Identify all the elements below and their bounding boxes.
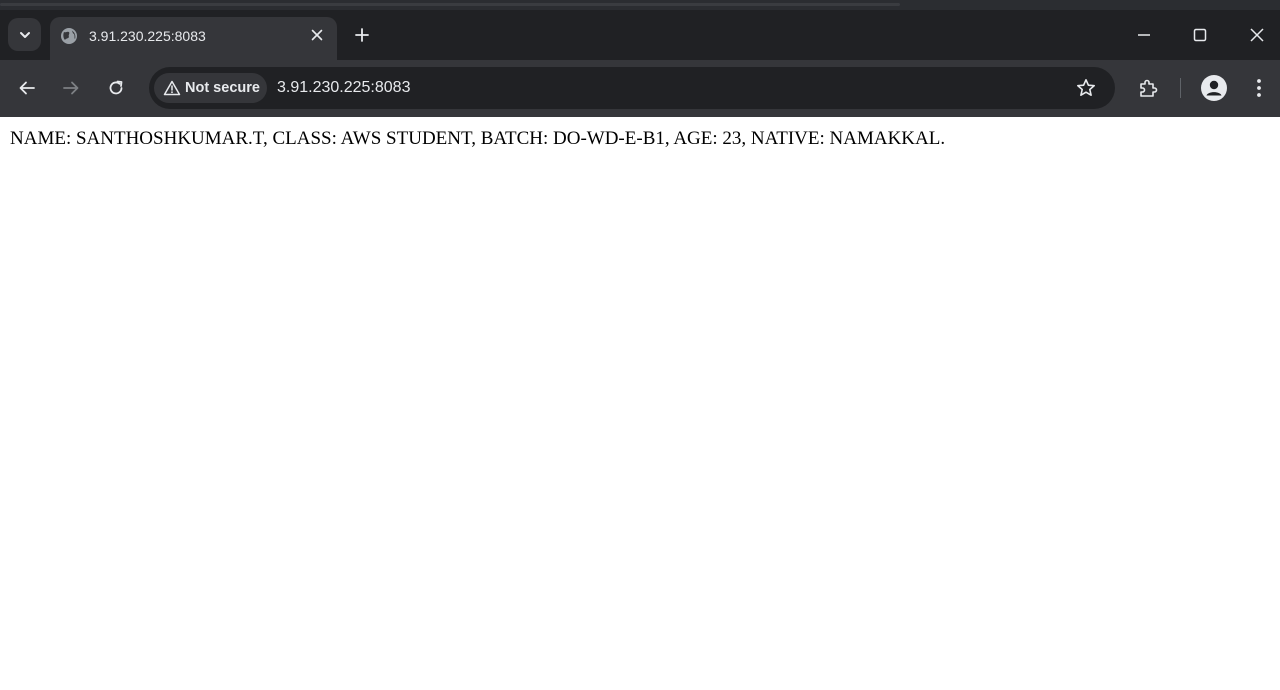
maximize-icon (1193, 28, 1207, 42)
maximize-button[interactable] (1188, 23, 1212, 47)
puzzle-icon (1138, 78, 1158, 98)
site-security-chip[interactable]: Not secure (154, 73, 267, 103)
arrow-right-icon (62, 79, 80, 97)
kebab-menu-icon (1256, 78, 1262, 98)
page-body-text: NAME: SANTHOSHKUMAR.T, CLASS: AWS STUDEN… (10, 128, 946, 149)
address-bar[interactable]: Not secure 3.91.230.225:8083 (149, 67, 1115, 109)
security-label: Not secure (185, 80, 260, 96)
globe-icon (60, 27, 78, 45)
warning-icon (163, 80, 181, 96)
window-top-edge (0, 0, 1280, 10)
tab-search-button[interactable] (8, 18, 41, 51)
new-tab-button[interactable] (350, 23, 374, 47)
profile-button[interactable] (1201, 75, 1227, 101)
active-tab[interactable]: 3.91.230.225:8083 (50, 17, 337, 60)
page-viewport: NAME: SANTHOSHKUMAR.T, CLASS: AWS STUDEN… (0, 117, 1280, 690)
reload-button[interactable] (103, 75, 129, 101)
star-icon (1076, 78, 1096, 98)
reload-icon (107, 79, 125, 97)
person-icon (1201, 75, 1227, 101)
minimize-button[interactable] (1132, 23, 1156, 47)
arrow-left-icon (18, 79, 36, 97)
close-window-button[interactable] (1245, 23, 1269, 47)
close-tab-button[interactable] (307, 25, 327, 45)
tab-title: 3.91.230.225:8083 (89, 28, 206, 44)
browser-menu-button[interactable] (1247, 75, 1271, 101)
extensions-button[interactable] (1135, 75, 1161, 101)
forward-button[interactable] (58, 75, 84, 101)
tab-strip: 3.91.230.225:8083 (0, 0, 1280, 60)
close-icon (1250, 28, 1264, 42)
url-text[interactable]: 3.91.230.225:8083 (277, 79, 410, 97)
toolbar-divider (1180, 78, 1181, 98)
bookmark-button[interactable] (1074, 76, 1098, 100)
minimize-icon (1137, 28, 1151, 42)
back-button[interactable] (14, 75, 40, 101)
browser-toolbar: Not secure 3.91.230.225:8083 (0, 60, 1280, 117)
browser-window: 3.91.230.225:8083 Not secure 3.91.230.22… (0, 0, 1280, 690)
plus-icon (354, 27, 370, 43)
chevron-down-icon (18, 28, 32, 42)
